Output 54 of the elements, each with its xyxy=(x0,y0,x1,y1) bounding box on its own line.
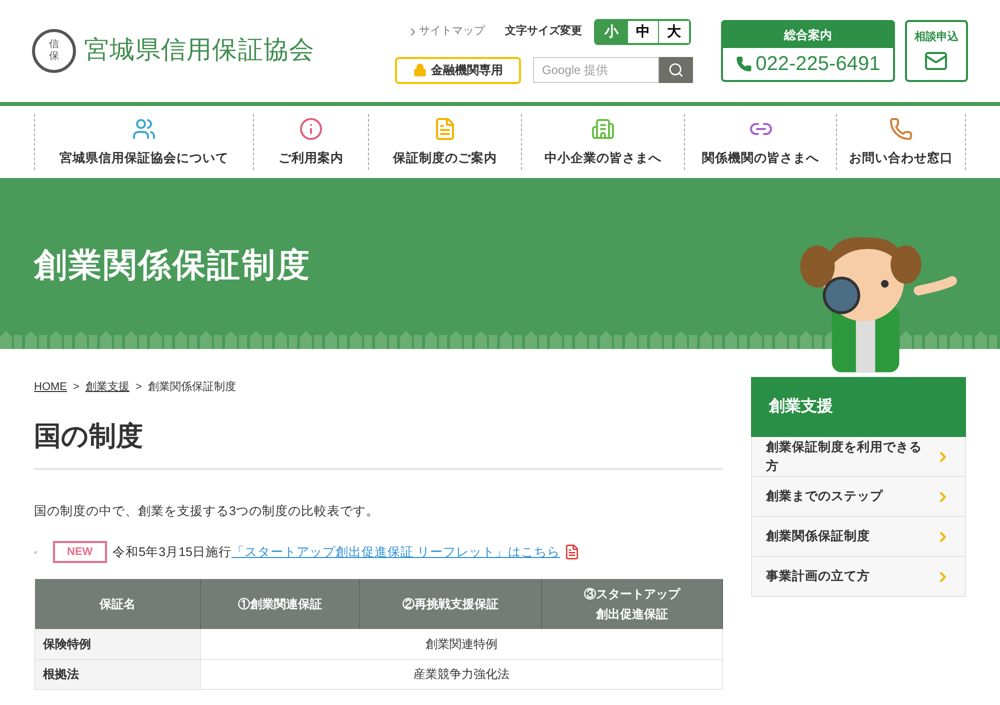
pdf-icon xyxy=(564,544,580,560)
lock-icon xyxy=(413,63,428,77)
nav-item[interactable]: 宮城県信用保証協会について xyxy=(34,114,253,170)
people-icon xyxy=(130,116,158,141)
contact-box[interactable]: 総合案内 022-225-6491 xyxy=(721,20,895,82)
site-name[interactable]: 宮城県信用保証協会 xyxy=(84,32,315,70)
search-button[interactable] xyxy=(659,57,694,83)
notice-date: 令和5年3月15日施行 xyxy=(112,544,232,561)
emblem-character: 信 xyxy=(49,39,59,51)
banner-title: 創業関係保証制度 xyxy=(34,245,312,285)
emblem-character: 保 xyxy=(49,51,59,63)
document-icon xyxy=(433,116,457,141)
breadcrumb-link[interactable]: 創業支援 xyxy=(85,379,130,396)
building-icon xyxy=(589,116,617,141)
bullet-icon xyxy=(34,550,37,554)
intro-text: 国の制度の中で、創業を支援する3つの制度の比較表です。 xyxy=(34,503,380,520)
column-header: ②再挑戦支援保証 xyxy=(360,579,542,630)
row-header: 根拠法 xyxy=(34,659,200,690)
nav-item[interactable]: ご利用案内 xyxy=(253,114,368,170)
sidebar-item[interactable]: 創業保証制度を利用できる方 xyxy=(751,437,966,477)
sitemap-link[interactable]: サイトマップ xyxy=(395,23,486,40)
column-header: ③スタートアップ 創出促進保証 xyxy=(541,579,723,630)
sidebar-item[interactable]: 創業までのステップ xyxy=(751,477,966,517)
nav-item[interactable]: お問い合わせ窓口 xyxy=(836,114,966,170)
contact-title: 総合案内 xyxy=(723,22,893,48)
nav-item[interactable]: 中小企業の皆さまへ xyxy=(521,114,684,170)
info-icon xyxy=(299,116,323,141)
search-field[interactable]: Google 提供 xyxy=(533,57,660,83)
breadcrumb-link[interactable]: HOME xyxy=(34,379,67,396)
font-size-button[interactable]: 小 xyxy=(596,20,628,42)
consult-button[interactable]: 相談申込 xyxy=(904,20,968,82)
row-header: 保険特例 xyxy=(34,629,200,660)
breadcrumb-separator: > xyxy=(73,380,80,395)
members-button[interactable]: 金融機関専用 xyxy=(395,56,522,84)
nav-item[interactable]: 保証制度のご案内 xyxy=(368,114,521,170)
font-size-button[interactable]: 大 xyxy=(658,20,690,42)
new-badge: NEW xyxy=(53,540,107,564)
column-header: ①創業関連保証 xyxy=(200,579,360,630)
sidebar-title: 創業支援 xyxy=(751,377,966,437)
breadcrumb-current: 創業関係保証制度 xyxy=(148,380,236,395)
leaflet-link[interactable]: 「スタートアップ創出促進保証 リーフレット」はこちら xyxy=(231,542,560,562)
nav-item[interactable]: 関係機関の皆さまへ xyxy=(684,114,836,170)
sidebar-item[interactable]: 創業関係保証制度 xyxy=(751,517,966,557)
search-icon xyxy=(668,62,684,78)
table-cell: 創業関連特例 xyxy=(200,629,723,660)
table-cell: 産業競争力強化法 xyxy=(200,659,723,690)
phone-icon xyxy=(889,116,913,141)
page-title: 国の制度 xyxy=(34,416,724,470)
phone-number: 022-225-6491 xyxy=(723,48,893,80)
phone-icon xyxy=(736,56,752,72)
logo-emblem[interactable]: 信 保 xyxy=(32,29,76,73)
font-size-label: 文字サイズ変更 xyxy=(505,24,582,40)
sidebar-item[interactable]: 事業計画の立て方 xyxy=(751,557,966,597)
breadcrumb-separator: > xyxy=(135,380,142,395)
